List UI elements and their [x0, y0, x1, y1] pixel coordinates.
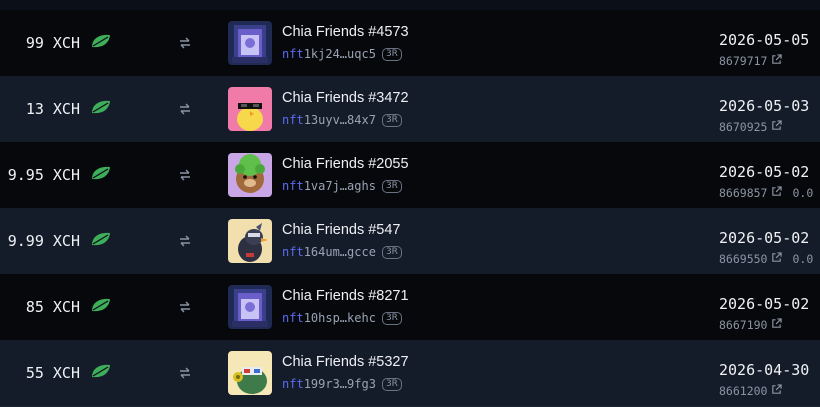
chia-leaf-icon: [90, 165, 112, 185]
nft-name-link[interactable]: Chia Friends #547: [282, 222, 401, 238]
external-link-icon[interactable]: [771, 186, 783, 200]
nft-name-link[interactable]: Chia Friends #2055: [282, 156, 409, 172]
price-value: 9.99 XCH: [7, 232, 80, 250]
sale-price: 85 XCH: [26, 274, 112, 340]
royalty-badge: 3R: [381, 311, 402, 325]
fee-value: 0.0: [792, 186, 814, 200]
external-link-icon[interactable]: [771, 318, 783, 332]
external-link-icon[interactable]: [771, 54, 783, 68]
swap-arrows-icon: [178, 274, 192, 340]
block-height-value: 8679717: [719, 54, 768, 68]
nft-name-link[interactable]: Chia Friends #5327: [282, 354, 409, 370]
nft-thumbnail[interactable]: [228, 351, 272, 395]
block-height-value: 8669550: [719, 252, 768, 266]
nft-name-link[interactable]: Chia Friends #4573: [282, 24, 409, 40]
external-link-icon[interactable]: [771, 252, 783, 266]
royalty-badge: 3R: [381, 245, 402, 259]
table-row[interactable]: 9.95 XCH Chia Friends #2055 nft1va7j…agh…: [0, 142, 820, 209]
block-height-value: 8669857: [719, 186, 768, 200]
swap-arrows-icon: [178, 142, 192, 208]
table-row[interactable]: 55 XCH Chia Friends #5327 nft199r3…9fg3 …: [0, 340, 820, 407]
block-height-value: 8670925: [719, 120, 768, 134]
nft-id-value: 199r3…9fg3: [303, 377, 376, 391]
royalty-badge: 3R: [381, 47, 402, 61]
price-value: 99 XCH: [25, 34, 80, 52]
nft-thumbnail[interactable]: [228, 21, 272, 65]
sale-price: 99 XCH: [26, 10, 112, 76]
nft-name-link[interactable]: Chia Friends #3472: [282, 90, 409, 106]
nft-id-link[interactable]: nft164um…gcce 3R: [282, 245, 402, 259]
price-value: 9.95 XCH: [7, 166, 80, 184]
swap-arrows-icon: [178, 208, 192, 274]
sale-date: 2026-04-30: [719, 361, 810, 379]
nft-thumbnail[interactable]: [228, 87, 272, 131]
nft-thumbnail[interactable]: [228, 219, 272, 263]
chia-leaf-icon: [90, 363, 112, 383]
block-height-value: 8667190: [719, 318, 768, 332]
sale-price: 13 XCH: [26, 76, 112, 142]
block-height[interactable]: 8679717: [719, 54, 792, 68]
nft-id-prefix: nft: [282, 245, 304, 259]
nft-id-value: 10hsp…kehc: [303, 311, 376, 325]
swap-arrows-icon: [178, 340, 192, 406]
nft-id-prefix: nft: [282, 179, 304, 193]
nft-id-link[interactable]: nft10hsp…kehc 3R: [282, 311, 402, 325]
table-row[interactable]: 13 XCH Chia Friends #3472 nft13uyv…84x7 …: [0, 76, 820, 143]
block-height[interactable]: 8661200: [719, 384, 792, 398]
table-row[interactable]: 99 XCH Chia Friends #4573 nft1kj24…uqc5 …: [0, 10, 820, 77]
sale-price: 55 XCH: [26, 340, 112, 406]
nft-id-link[interactable]: nft1va7j…aghs 3R: [282, 179, 402, 193]
price-value: 13 XCH: [25, 100, 80, 118]
block-height[interactable]: 8669857 0.0: [719, 186, 813, 200]
price-value: 55 XCH: [25, 364, 80, 382]
chia-leaf-icon: [90, 231, 112, 251]
sale-date: 2026-05-03: [719, 97, 810, 115]
sale-date: 2026-05-02: [719, 295, 810, 313]
nft-thumbnail[interactable]: [228, 153, 272, 197]
external-link-icon[interactable]: [771, 120, 783, 134]
nft-id-prefix: nft: [282, 47, 304, 61]
nft-id-value: 13uyv…84x7: [303, 113, 376, 127]
nft-id-prefix: nft: [282, 113, 304, 127]
table-row[interactable]: 9.99 XCH Chia Friends #547 nft164um…gcce…: [0, 208, 820, 275]
sale-date: 2026-05-02: [719, 163, 810, 181]
price-value: 85 XCH: [25, 298, 80, 316]
royalty-badge: 3R: [381, 179, 402, 193]
nft-id-value: 164um…gcce: [303, 245, 376, 259]
swap-arrows-icon: [178, 76, 192, 142]
nft-id-value: 1va7j…aghs: [303, 179, 376, 193]
sale-price: 9.99 XCH: [8, 208, 112, 274]
nft-name-link[interactable]: Chia Friends #8271: [282, 288, 409, 304]
sale-date: 2026-05-02: [719, 229, 810, 247]
block-height-value: 8661200: [719, 384, 768, 398]
nft-id-prefix: nft: [282, 311, 304, 325]
sale-price: 9.95 XCH: [8, 142, 112, 208]
nft-id-link[interactable]: nft1kj24…uqc5 3R: [282, 47, 402, 61]
sale-date: 2026-05-05: [719, 31, 810, 49]
nft-id-value: 1kj24…uqc5: [303, 47, 376, 61]
external-link-icon[interactable]: [771, 384, 783, 398]
block-height[interactable]: 8667190: [719, 318, 792, 332]
royalty-badge: 3R: [381, 377, 402, 391]
swap-arrows-icon: [178, 10, 192, 76]
nft-id-link[interactable]: nft13uyv…84x7 3R: [282, 113, 402, 127]
chia-leaf-icon: [90, 33, 112, 53]
royalty-badge: 3R: [381, 113, 402, 127]
block-height[interactable]: 8669550 0.0: [719, 252, 813, 266]
nft-thumbnail[interactable]: [228, 285, 272, 329]
nft-id-link[interactable]: nft199r3…9fg3 3R: [282, 377, 402, 391]
fee-value: 0.0: [792, 252, 814, 266]
chia-leaf-icon: [90, 297, 112, 317]
block-height[interactable]: 8670925: [719, 120, 792, 134]
nft-id-prefix: nft: [282, 377, 304, 391]
chia-leaf-icon: [90, 99, 112, 119]
table-row[interactable]: 85 XCH Chia Friends #8271 nft10hsp…kehc …: [0, 274, 820, 341]
